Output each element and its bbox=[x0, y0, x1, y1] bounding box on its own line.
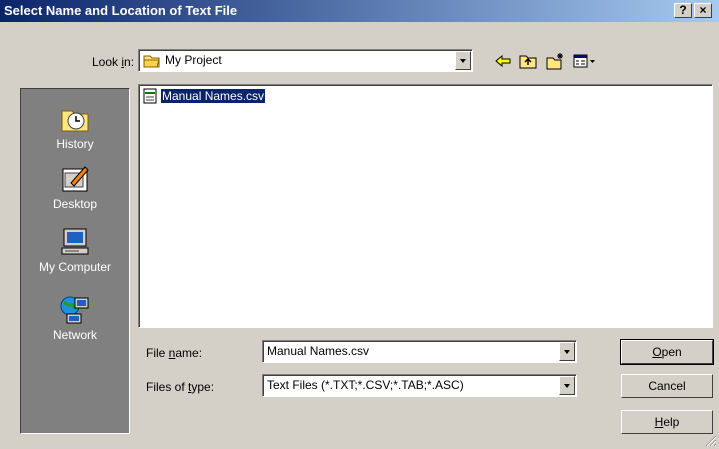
file-name-dropdown-arrow[interactable] bbox=[559, 342, 575, 361]
cancel-button[interactable]: Cancel bbox=[621, 374, 713, 398]
places-network-label: Network bbox=[52, 328, 97, 342]
files-of-type-label: Files of type: bbox=[146, 380, 215, 394]
places-history-label: History bbox=[56, 137, 94, 151]
history-icon bbox=[61, 110, 89, 132]
desktop-icon bbox=[62, 166, 89, 192]
look-in-label: Look in: bbox=[92, 55, 135, 69]
file-name-field[interactable]: Manual Names.csv bbox=[262, 340, 577, 363]
network-icon bbox=[60, 296, 89, 324]
select-file-dialog: Select Name and Location of Text File ? … bbox=[0, 0, 719, 449]
resize-grip-icon[interactable] bbox=[705, 435, 717, 447]
files-of-type-dropdown-arrow[interactable] bbox=[559, 376, 575, 395]
up-one-level-icon[interactable] bbox=[518, 52, 538, 70]
places-history[interactable]: History bbox=[21, 103, 129, 151]
help-button[interactable]: Help bbox=[621, 410, 713, 434]
places-desktop-label: Desktop bbox=[52, 197, 98, 211]
places-bar: History Desktop My Computer Network bbox=[20, 88, 130, 434]
view-menu-icon[interactable] bbox=[572, 52, 596, 70]
open-button[interactable]: Open bbox=[620, 339, 714, 365]
create-new-folder-icon[interactable] bbox=[545, 52, 565, 70]
places-my-computer[interactable]: My Computer bbox=[21, 226, 129, 274]
look-in-dropdown-arrow[interactable] bbox=[455, 51, 471, 70]
title-help-button[interactable]: ? bbox=[674, 3, 692, 18]
back-arrow-icon[interactable] bbox=[493, 52, 513, 70]
files-of-type-value: Text Files (*.TXT;*.CSV;*.TAB;*.ASC) bbox=[267, 378, 464, 392]
folder-icon bbox=[143, 55, 160, 68]
places-desktop[interactable]: Desktop bbox=[21, 163, 129, 211]
title-bar[interactable]: Select Name and Location of Text File ? … bbox=[0, 0, 719, 22]
look-in-dropdown[interactable]: My Project bbox=[138, 49, 473, 72]
places-my-computer-label: My Computer bbox=[38, 260, 112, 274]
file-name-value[interactable]: Manual Names.csv bbox=[267, 344, 369, 358]
file-name-label: Manual Names.csv bbox=[159, 88, 267, 104]
window-title: Select Name and Location of Text File bbox=[4, 3, 238, 18]
look-in-value: My Project bbox=[165, 53, 222, 67]
file-list[interactable]: Manual Names.csv bbox=[138, 84, 713, 328]
csv-file-icon bbox=[143, 88, 157, 104]
close-button[interactable]: × bbox=[694, 3, 712, 18]
file-name-label-text: File name: bbox=[146, 346, 203, 360]
files-of-type-dropdown[interactable]: Text Files (*.TXT;*.CSV;*.TAB;*.ASC) bbox=[262, 374, 577, 397]
places-network[interactable]: Network bbox=[21, 294, 129, 342]
my-computer-icon bbox=[61, 228, 89, 255]
